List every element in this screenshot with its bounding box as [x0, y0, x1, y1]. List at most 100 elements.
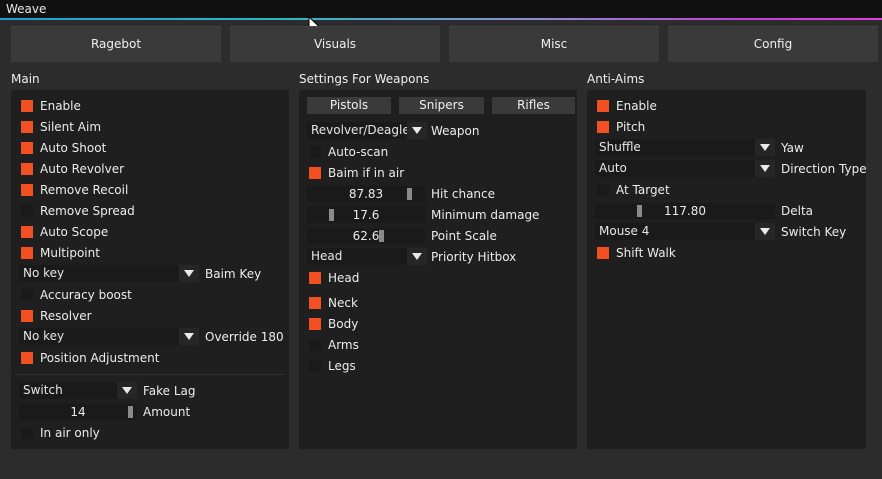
- point-scale-label: Point Scale: [431, 229, 497, 243]
- legs-checkbox[interactable]: [309, 360, 321, 372]
- aa-enable-checkbox[interactable]: [597, 100, 609, 112]
- auto-shoot-checkbox[interactable]: [21, 142, 33, 154]
- weapon-value: Revolver/Deagle: [311, 123, 410, 137]
- resolver-label: Resolver: [40, 309, 92, 323]
- remove-spread-label: Remove Spread: [40, 204, 135, 218]
- neck-checkbox[interactable]: [309, 297, 321, 309]
- chevron-down-icon: [407, 248, 427, 265]
- priority-hitbox-label: Priority Hitbox: [431, 250, 517, 264]
- auto-scope-checkbox[interactable]: [21, 226, 33, 238]
- subtab-snipers[interactable]: Snipers: [399, 97, 484, 114]
- baim-if-in-air-label: Baim if in air: [328, 166, 405, 180]
- minimum-damage-slider[interactable]: 17.6: [307, 207, 425, 223]
- head-label: Head: [328, 271, 360, 285]
- accuracy-boost-label: Accuracy boost: [40, 288, 132, 302]
- baim-if-in-air-checkbox[interactable]: [309, 167, 321, 179]
- body-label: Body: [328, 317, 359, 331]
- remove-spread-checkbox[interactable]: [21, 205, 33, 217]
- slider-handle[interactable]: [128, 406, 133, 418]
- yaw-dropdown[interactable]: Shuffle: [595, 139, 775, 156]
- head-checkbox[interactable]: [309, 272, 321, 284]
- arms-checkbox[interactable]: [309, 339, 321, 351]
- auto-revolver-label: Auto Revolver: [40, 162, 125, 176]
- position-adjustment-label: Position Adjustment: [40, 351, 160, 365]
- aa-enable-label: Enable: [616, 99, 657, 113]
- override-180-dropdown[interactable]: No key: [19, 328, 199, 345]
- baim-key-value: No key: [23, 266, 65, 280]
- switch-key-dropdown[interactable]: Mouse 4: [595, 223, 775, 240]
- tab-visuals[interactable]: Visuals: [230, 26, 440, 62]
- accuracy-boost-checkbox[interactable]: [21, 289, 33, 301]
- resolver-checkbox[interactable]: [21, 310, 33, 322]
- fake-lag-label: Fake Lag: [143, 384, 196, 398]
- chevron-down-icon: [755, 160, 775, 177]
- slider-handle[interactable]: [379, 230, 384, 242]
- auto-scan-checkbox[interactable]: [309, 146, 321, 158]
- neck-label: Neck: [328, 296, 358, 310]
- at-target-checkbox[interactable]: [597, 184, 609, 196]
- tab-misc[interactable]: Misc: [449, 26, 659, 62]
- window-title: Weave: [6, 2, 47, 16]
- delta-slider[interactable]: 117.80: [595, 203, 775, 219]
- baim-key-dropdown[interactable]: No key: [19, 265, 199, 282]
- amount-value: 14: [70, 405, 86, 419]
- minimum-damage-label: Minimum damage: [431, 208, 540, 222]
- auto-revolver-checkbox[interactable]: [21, 163, 33, 175]
- weapon-dropdown[interactable]: Revolver/Deagle: [307, 122, 427, 139]
- yaw-label: Yaw: [781, 141, 804, 155]
- in-air-only-label: In air only: [40, 426, 100, 440]
- chevron-down-icon: [407, 122, 427, 139]
- direction-type-label: Direction Type: [781, 162, 867, 176]
- shift-walk-checkbox[interactable]: [597, 247, 609, 259]
- chevron-down-icon: [179, 265, 199, 282]
- weapons-panel: [299, 90, 577, 449]
- subtab-rifles[interactable]: Rifles: [492, 97, 575, 114]
- in-air-only-checkbox[interactable]: [21, 427, 33, 439]
- tab-config[interactable]: Config: [668, 26, 878, 62]
- auto-scope-label: Auto Scope: [40, 225, 109, 239]
- hit-chance-slider[interactable]: 87.83: [307, 186, 425, 202]
- section-divider: [15, 374, 285, 375]
- title-bar[interactable]: Weave: [0, 0, 882, 18]
- priority-hitbox-dropdown[interactable]: Head: [307, 248, 427, 265]
- tab-ragebot[interactable]: Ragebot: [11, 26, 221, 62]
- shift-walk-label: Shift Walk: [616, 246, 676, 260]
- amount-slider[interactable]: 14: [19, 404, 137, 420]
- at-target-label: At Target: [616, 183, 670, 197]
- yaw-value: Shuffle: [599, 140, 641, 154]
- enable-checkbox[interactable]: [21, 100, 33, 112]
- silent-aim-checkbox[interactable]: [21, 121, 33, 133]
- enable-label: Enable: [40, 99, 81, 113]
- body-checkbox[interactable]: [309, 318, 321, 330]
- override-180-value: No key: [23, 329, 65, 343]
- override-180-label: Override 180: [205, 330, 284, 344]
- priority-hitbox-value: Head: [311, 249, 343, 263]
- legs-label: Legs: [328, 359, 356, 373]
- multipoint-label: Multipoint: [40, 246, 100, 260]
- auto-shoot-label: Auto Shoot: [40, 141, 107, 155]
- slider-handle[interactable]: [407, 188, 412, 200]
- delta-value: 117.80: [664, 204, 706, 218]
- fake-lag-dropdown[interactable]: Switch: [19, 382, 137, 399]
- chevron-down-icon: [755, 223, 775, 240]
- point-scale-slider[interactable]: 62.6: [307, 228, 425, 244]
- direction-type-value: Auto: [599, 161, 627, 175]
- position-adjustment-checkbox[interactable]: [21, 352, 33, 364]
- weapon-label: Weapon: [431, 124, 480, 138]
- subtab-pistols[interactable]: Pistols: [307, 97, 391, 114]
- fake-lag-value: Switch: [23, 383, 63, 397]
- slider-handle[interactable]: [637, 205, 642, 217]
- switch-key-label: Switch Key: [781, 225, 847, 239]
- slider-handle[interactable]: [329, 209, 334, 221]
- pitch-checkbox[interactable]: [597, 121, 609, 133]
- direction-type-dropdown[interactable]: Auto: [595, 160, 775, 177]
- remove-recoil-checkbox[interactable]: [21, 184, 33, 196]
- minimum-damage-value: 17.6: [352, 208, 380, 222]
- arms-label: Arms: [328, 338, 359, 352]
- delta-label: Delta: [781, 204, 814, 218]
- chevron-down-icon: [179, 328, 199, 345]
- multipoint-checkbox[interactable]: [21, 247, 33, 259]
- silent-aim-label: Silent Aim: [40, 120, 102, 134]
- remove-recoil-label: Remove Recoil: [40, 183, 129, 197]
- weapons-section-title: Settings For Weapons: [299, 72, 430, 86]
